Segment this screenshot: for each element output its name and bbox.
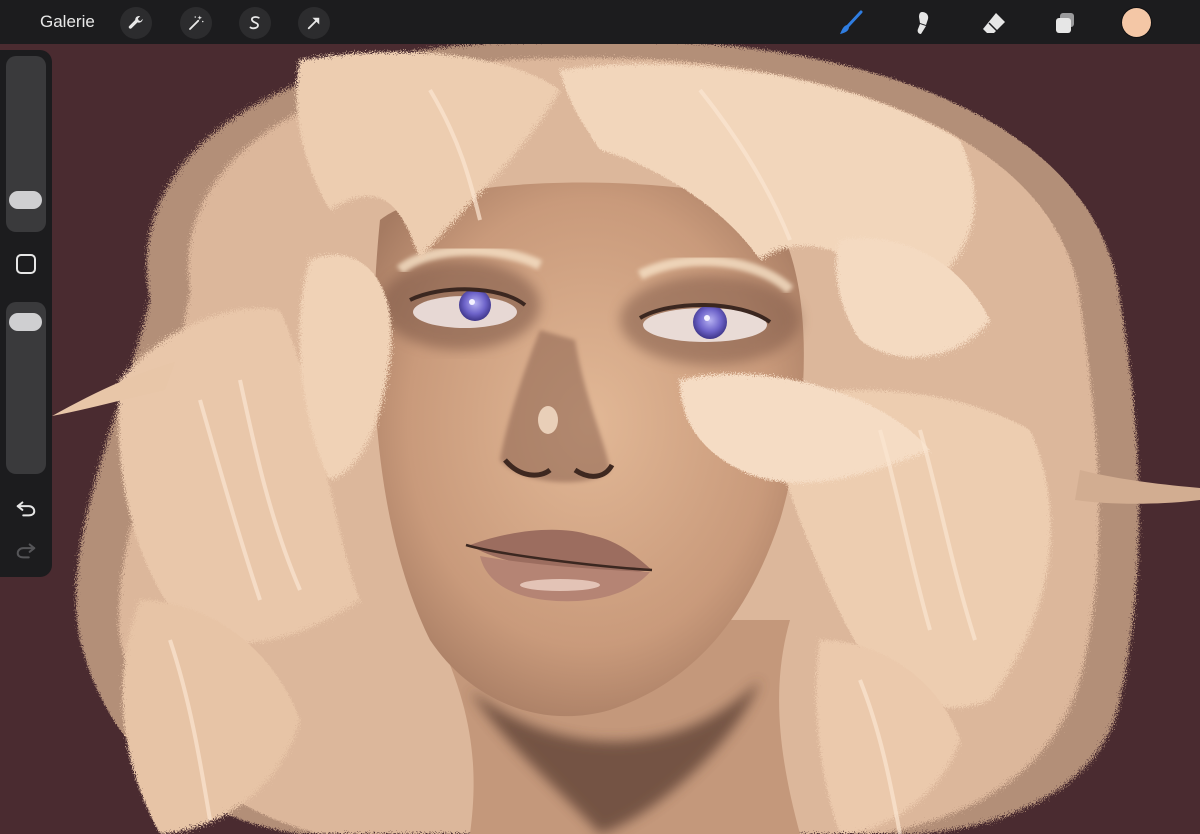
brush-tool-button[interactable]: [835, 7, 867, 39]
modify-button[interactable]: [10, 250, 42, 278]
drawing-canvas[interactable]: [0, 0, 1200, 834]
adjustments-button[interactable]: [180, 7, 212, 39]
opacity-slider-handle[interactable]: [9, 313, 42, 332]
eraser-icon: [983, 13, 1005, 33]
transform-arrow-icon: [307, 17, 320, 30]
left-sidebar: [0, 50, 52, 577]
brush-size-slider[interactable]: [6, 56, 46, 232]
selection-button[interactable]: [239, 7, 271, 39]
brush-size-slider-handle[interactable]: [9, 190, 42, 209]
smudge-tool-button[interactable]: [906, 7, 938, 39]
redo-icon: [16, 543, 36, 559]
eraser-tool-button[interactable]: [978, 7, 1010, 39]
procreate-app: Galerie: [0, 0, 1200, 834]
selection-icon: [249, 16, 260, 30]
undo-icon: [16, 501, 36, 517]
wrench-icon: [128, 16, 143, 29]
opacity-slider[interactable]: [6, 302, 46, 474]
transform-button[interactable]: [298, 7, 330, 39]
eye-right: [638, 303, 772, 342]
gallery-button[interactable]: Galerie: [40, 11, 95, 33]
layers-button[interactable]: [1049, 7, 1081, 39]
undo-button[interactable]: [10, 494, 42, 522]
top-toolbar: Galerie: [0, 0, 1200, 44]
redo-button[interactable]: [10, 536, 42, 564]
smudge-icon: [917, 12, 929, 34]
square-icon: [16, 254, 36, 274]
actions-button[interactable]: [120, 7, 152, 39]
brush-icon: [840, 10, 863, 34]
magic-wand-icon: [189, 15, 204, 30]
nose-highlight: [538, 406, 558, 434]
layers-icon: [1056, 13, 1074, 33]
color-picker-button[interactable]: [1122, 8, 1151, 37]
